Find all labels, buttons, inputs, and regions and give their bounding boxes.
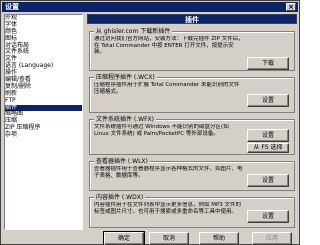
- lister-plugins-group: 查看器插件 (.WLX) 查看器插件用于查看器程序显示各种格式的文件，如图片、电…: [89, 158, 295, 191]
- group-description: 通过访问我们官方网站，安装方法：下载完插件 ZIP 文件后，在 Total Co…: [94, 36, 244, 56]
- plugins-panel: 插件 从 ghisler.com 下载新插件 通过访问我们官方网站，安装方法：下…: [87, 14, 297, 230]
- close-icon: ×: [288, 3, 294, 11]
- group-title: 从 ghisler.com 下载新插件: [94, 28, 173, 35]
- window-title: 设置: [5, 3, 19, 11]
- filesystem-plugins-group: 文件系统插件 (.WFX) 文件系统插件可通过 Windows 不能识别的磁盘分…: [89, 116, 295, 155]
- group-description: 查看器插件用于查看器程序显示各种格式的文件，如图片、电子表格、数据库等。: [94, 166, 243, 179]
- group-title: 文件系统插件 (.WFX): [94, 116, 156, 123]
- group-description: 内容插件用于在文件列表中显示更多信息，例如 MP3 文件的标签或图片尺寸。也可用…: [94, 202, 242, 215]
- close-button[interactable]: ×: [286, 3, 296, 11]
- tree-item[interactable]: 杂项: [5, 131, 82, 139]
- download-plugins-group: 从 ghisler.com 下载新插件 通过访问我们官方网站，安装方法：下载完插…: [89, 28, 295, 71]
- tree-item[interactable]: 刷新: [5, 90, 82, 98]
- settings-dialog: 设置 × 外观 字体 颜色 图标 对话布局 文件系统 文件 语言 (Langua…: [0, 0, 300, 245]
- help-button[interactable]: 帮助: [199, 232, 239, 245]
- packer-configure-button[interactable]: 设置: [247, 94, 289, 107]
- filesystem-choose-button[interactable]: 从 FS 选择: [247, 143, 289, 153]
- cancel-button[interactable]: 取消: [149, 232, 189, 245]
- ok-button[interactable]: 确定: [103, 231, 145, 245]
- group-title: 查看器插件 (.WLX): [94, 158, 150, 165]
- group-description: 文件系统插件可通过 Windows 不能识别的磁盘分区(如 Linux 文件系统…: [94, 124, 229, 137]
- content-plugins-group: 内容插件 (.WDX) 内容插件用于在文件列表中显示更多信息，例如 MP3 文件…: [89, 194, 295, 228]
- packer-plugins-group: 压缩程序插件 (.WCX) 压缩程序插件用于扩展 Total Commander…: [89, 74, 295, 113]
- title-bar: 设置 ×: [2, 2, 298, 12]
- group-title: 内容插件 (.WDX): [94, 194, 146, 201]
- content-configure-button[interactable]: 设置: [247, 210, 289, 223]
- group-description: 压缩程序插件用于扩展 Total Commander 未能识别的文件压缩格式。: [94, 82, 240, 95]
- filesystem-configure-button[interactable]: 设置: [247, 129, 289, 142]
- apply-button[interactable]: 应用: [252, 232, 292, 245]
- lister-configure-button[interactable]: 设置: [247, 174, 289, 187]
- download-button[interactable]: 下载: [247, 57, 289, 70]
- settings-tree[interactable]: 外观 字体 颜色 图标 对话布局 文件系统 文件 语言 (Language) 操作…: [4, 14, 83, 230]
- group-title: 压缩程序插件 (.WCX): [94, 74, 157, 81]
- panel-header: 插件: [87, 14, 297, 24]
